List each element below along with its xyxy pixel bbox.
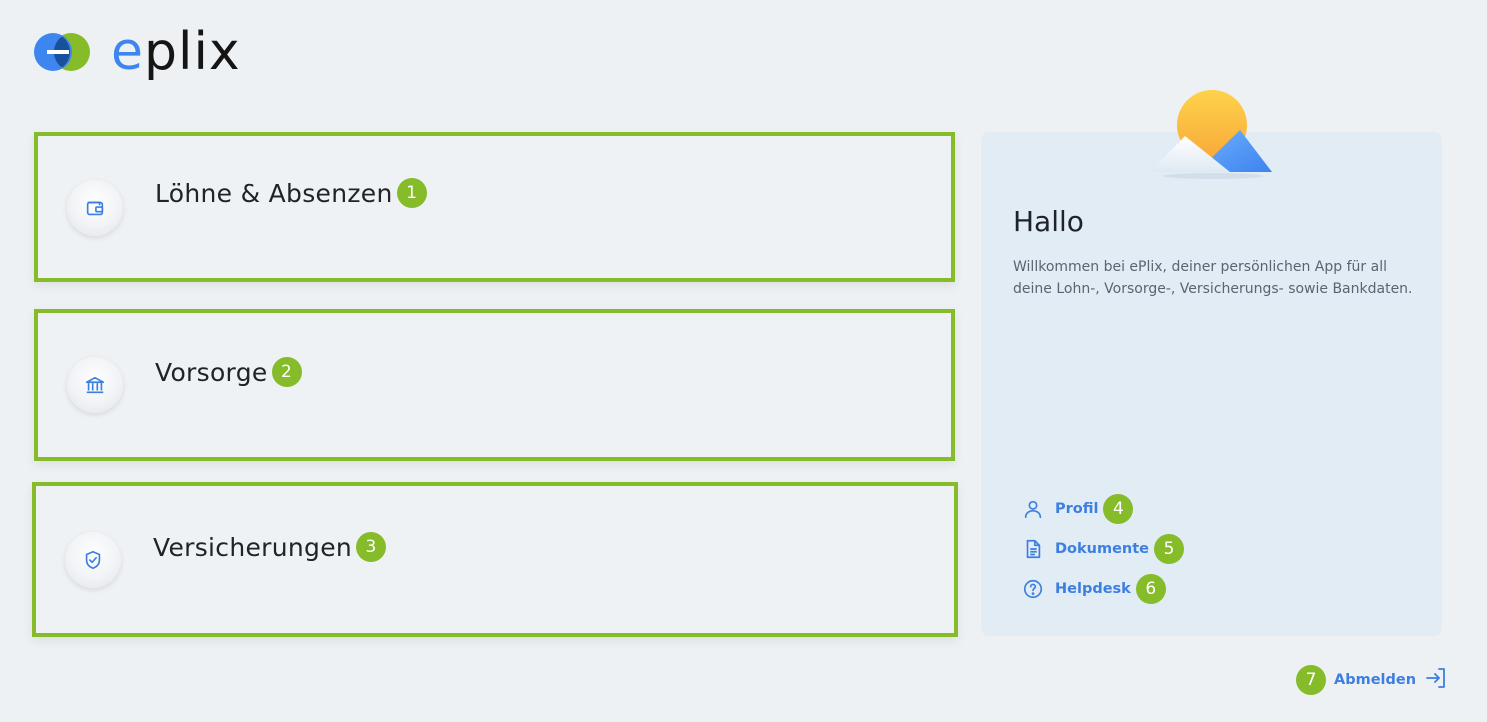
logout-label: Abmelden [1334,672,1417,688]
tile-vorsorge[interactable]: Vorsorge 2 [34,309,955,461]
welcome-panel: Hallo Willkommen bei ePlix, deiner persö… [981,132,1442,636]
help-icon [1021,577,1045,601]
annotation-badge: 5 [1154,534,1184,564]
tile-loehne-absenzen[interactable]: Löhne & Absenzen 1 [34,132,955,282]
tile-title: Löhne & Absenzen 1 [155,178,427,208]
logout-button[interactable]: 7 Abmelden [1296,665,1448,695]
dokumente-link[interactable]: Dokumente 5 [1021,534,1184,564]
annotation-badge: 4 [1103,494,1134,524]
annotation-badge: 7 [1296,665,1326,695]
helpdesk-link[interactable]: Helpdesk 6 [1021,574,1166,604]
shield-check-icon [65,532,121,588]
welcome-text: Willkommen bei ePlix, deiner persönliche… [1013,259,1413,297]
dokumente-link-label: Dokumente [1055,541,1149,557]
tile-title: Versicherungen 3 [153,532,387,562]
tile-title: Vorsorge 2 [155,357,302,387]
annotation-badge: 6 [1135,574,1166,604]
sun-mountain-illustration [1145,86,1275,180]
user-icon [1021,497,1045,521]
profil-link[interactable]: Profil 4 [1021,494,1134,524]
eplix-wordmark: eplix [111,22,241,82]
logout-icon [1424,666,1448,694]
annotation-badge: 2 [271,357,302,387]
annotation-badge: 3 [356,532,387,562]
profil-link-label: Profil [1055,501,1099,517]
bank-icon [67,357,123,413]
annotation-badge: 1 [396,178,427,208]
wallet-icon [67,180,123,236]
helpdesk-link-label: Helpdesk [1055,581,1131,597]
eplix-logo[interactable]: eplix [33,25,241,79]
eplix-logo-mark [33,30,91,74]
document-icon [1021,537,1045,561]
welcome-title: Hallo [1013,205,1084,238]
tile-versicherungen[interactable]: Versicherungen 3 [32,482,958,637]
